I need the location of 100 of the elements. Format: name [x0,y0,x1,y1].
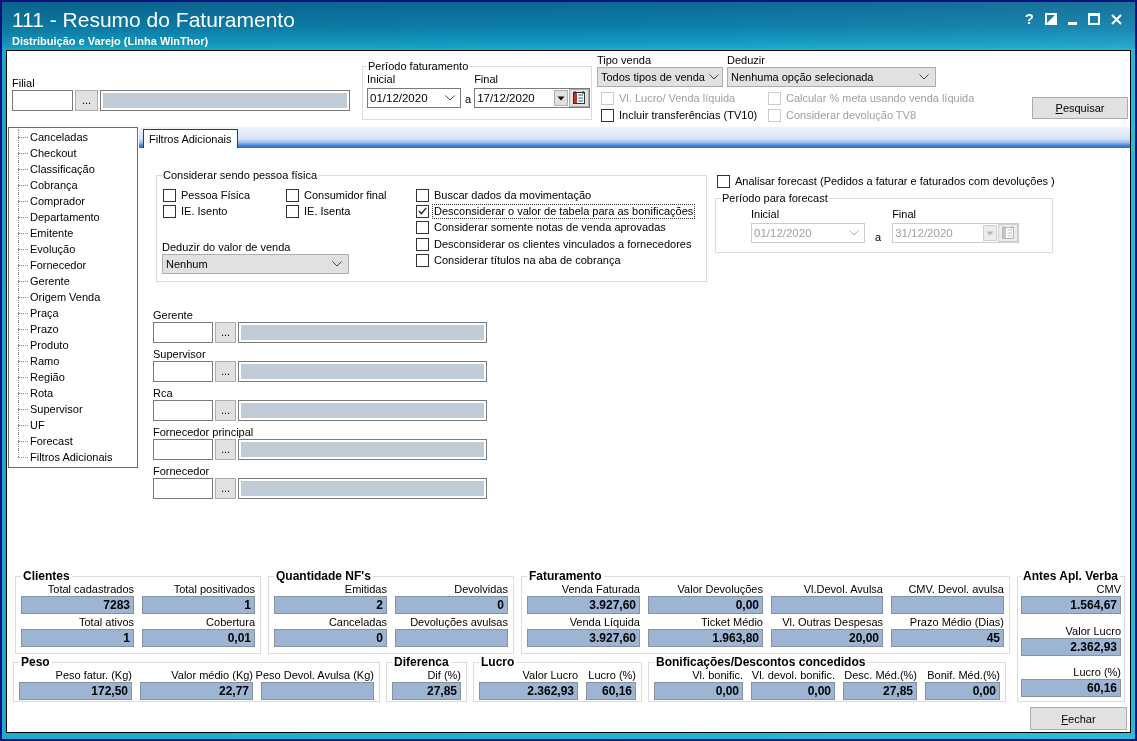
checkbox-label: Buscar dados da movimentação [433,187,593,203]
field-label: Vl. bonific. [692,669,743,682]
tree-item[interactable]: Supervisor [30,403,83,415]
value-field: 2 [274,596,387,614]
value-field: 0,00 [925,682,1000,700]
tree-item[interactable]: Origem Venda [30,291,101,303]
field-label: Vl. devol. bonific. [751,669,835,682]
window-title: 111 - Resumo do Faturamento [12,8,295,32]
tree-item[interactable]: Região [30,371,65,383]
value-field: 45 [891,629,1004,647]
tree-item[interactable]: Forecast [30,435,73,447]
field-label: Valor Lucro [522,669,578,682]
tree-item[interactable]: Rota [30,387,54,399]
tree-item[interactable]: Classificação [30,163,95,175]
field-label: Rca [153,387,173,400]
group-title: Peso [20,656,51,669]
checkbox[interactable] [717,175,730,188]
chevron-down-icon[interactable] [708,74,719,80]
tree-item[interactable]: Prazo [30,323,59,335]
checkbox-label: Pessoa Física [180,187,252,203]
checkbox[interactable] [286,204,299,218]
value-field: 0,00 [654,682,743,700]
checkbox[interactable] [601,109,614,122]
field-label: Prazo Médio (Dias) [909,616,1004,629]
value-field: 3.927,60 [527,596,640,614]
checkbox[interactable] [416,221,429,235]
tree-item[interactable]: Fornecedor [30,259,87,271]
field-label: Total cadastrados [47,583,134,596]
checkbox[interactable] [163,188,176,202]
field-label: Vl. Outras Despesas [782,616,883,629]
input-field[interactable] [12,90,73,111]
checkbox[interactable] [416,204,429,218]
checkbox[interactable] [416,237,429,251]
lookup-button[interactable]: ... [215,439,236,460]
field-label: CMV. Devol. avulsa [908,583,1004,596]
window-subtitle: Distribuição e Varejo (Linha WinThor) [12,34,210,48]
field-label: Tipo venda [597,54,652,67]
checkbox[interactable] [286,188,299,202]
tree-item[interactable]: Checkout [30,147,77,159]
value-field: 7283 [21,596,134,614]
input-field[interactable] [153,400,213,421]
tree-item[interactable]: Ramo [30,355,60,367]
group-title: Período faturamento [367,60,470,73]
select-field[interactable]: Nenhum [162,254,349,274]
lookup-button[interactable]: ... [215,478,236,499]
field-label: Inicial [751,208,780,221]
help-button[interactable]: ? [1024,11,1034,27]
tree-item[interactable]: Evolução [30,243,76,255]
field-label: Cobertura [206,616,255,629]
field-label: Supervisor [153,348,206,361]
close-button[interactable]: Fechar [1030,707,1127,730]
field-label: Dif (%) [427,669,461,682]
chevron-down-icon[interactable] [919,74,929,80]
checkbox-label: Incluir transferências (TV10) [618,108,759,123]
tree-item[interactable]: Gerente [30,275,70,287]
value-field: 27,85 [392,682,461,700]
close-icon[interactable] [1111,13,1122,25]
lookup-button[interactable]: ... [215,400,236,421]
value-field: 22,77 [140,682,253,700]
checkbox-label: Calcular % meta usando venda líquida [785,91,976,106]
chevron-down-icon[interactable] [445,95,455,101]
tree-item[interactable]: Canceladas [30,131,89,143]
checkbox-label: Desconsiderar os clientes vinculados a fornecedores [433,236,693,252]
tree-item[interactable]: Comprador [30,195,86,207]
input-field[interactable] [153,439,213,460]
checkbox-label: Vl. Lucro/ Venda líquida [618,91,737,106]
half-filled-square-icon[interactable] [1045,13,1057,25]
tree-item[interactable]: Produto [30,339,69,351]
search-button[interactable]: Pesquisar [1032,97,1128,119]
checkbox[interactable] [416,188,429,202]
maximize-icon[interactable] [1088,13,1100,25]
field-label: Devoluções avulsas [410,616,508,629]
field-label: Vl.Devol. Avulsa [803,583,883,596]
input-field[interactable] [153,361,213,382]
field-label: CMV [1096,583,1121,596]
tree-item[interactable]: Cobrança [30,179,78,191]
chevron-down-icon[interactable] [332,261,342,267]
checkbox[interactable] [416,253,429,267]
value-field: 2.362,93 [1021,637,1121,656]
lookup-button[interactable]: ... [215,361,236,382]
field-label: Deduzir do valor de venda [162,241,291,254]
lookup-button[interactable]: ... [75,90,98,111]
group-title: Faturamento [528,570,603,583]
date-field[interactable]: 17/12/2020 [474,88,591,108]
tree-item[interactable]: UF [30,419,45,431]
tree-item[interactable]: Departamento [30,211,100,223]
field-label: Lucro (%) [1073,666,1121,679]
tree-item[interactable]: Praça [30,307,59,319]
date-field[interactable]: 01/12/2020 [367,88,461,108]
tree-item[interactable]: Filtros Adicionais [30,451,113,463]
tab[interactable]: Filtros Adicionais [143,129,238,148]
input-field[interactable] [153,478,213,499]
separator-text: a [875,231,882,244]
checkbox[interactable] [163,204,176,218]
lookup-button[interactable]: ... [215,322,236,343]
select-field[interactable]: Todos tipos de venda [597,67,723,87]
input-field[interactable] [153,322,213,343]
calendar-icon[interactable] [569,89,590,107]
tree-item[interactable]: Emitente [30,227,74,239]
select-field[interactable]: Nenhuma opção selecionada [727,67,936,87]
